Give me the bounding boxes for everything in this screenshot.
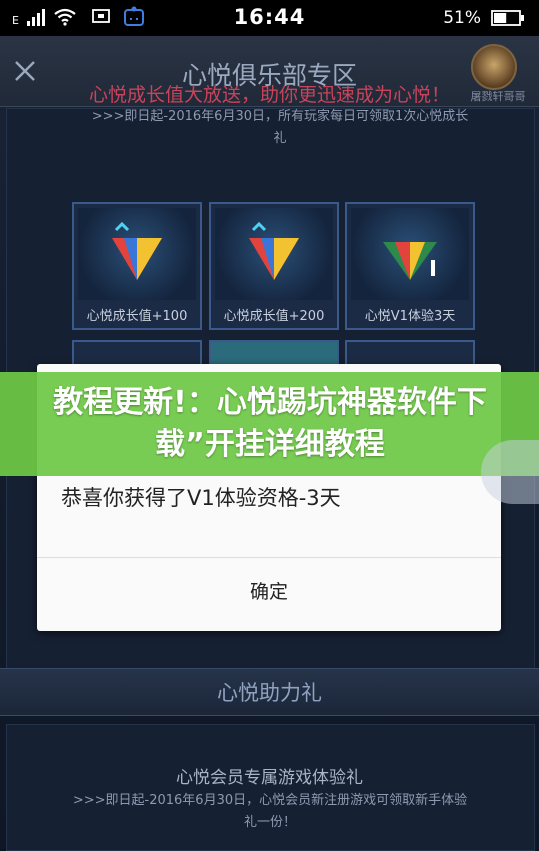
promo-subtitle: >>>即日起-2016年6月30日，所有玩家每日可领取1次心悦成长礼 [91,109,469,146]
gift-image [351,208,469,300]
card-label: 心悦成长值+200 [223,309,325,324]
status-bar: E 16:44 51% [0,0,539,36]
section-header: 心悦助力礼 [0,668,539,716]
gift-image [215,208,333,300]
gift-gem-icon [112,221,162,280]
vip-gem-icon [383,242,437,280]
member-gift-subtitle: >>>即日起-2016年6月30日，心悦会员新注册游戏可领取新手体验礼一份！ [72,793,468,830]
overlay-banner: 教程更新!：心悦踢坑神器软件下载”开挂详细教程 [0,372,539,476]
battery-percent: 51% [443,8,481,28]
banner-text: 教程更新!：心悦踢坑神器软件下载”开挂详细教程 [53,385,487,462]
gift-card-growth-100[interactable]: 心悦成长值+100 [72,202,202,330]
gift-card-growth-200[interactable]: 心悦成长值+200 [209,202,339,330]
floating-side-button[interactable] [481,440,539,504]
battery-icon [491,10,524,26]
promo-title: 心悦成长值大放送，助你更迅速成为心悦！ [88,84,450,106]
gift-gem-icon [249,221,299,280]
gift-image [78,208,196,300]
dialog-message: 恭喜你获得了V1体验资格-3天 [61,486,341,510]
member-gift-title: 心悦会员专属游戏体验礼 [176,768,363,788]
card-label: 心悦成长值+100 [86,309,188,324]
gift-card-v1-trial[interactable]: 心悦V1体验3天 [345,202,475,330]
confirm-button[interactable]: 确定 [37,558,501,631]
card-label: 心悦V1体验3天 [364,309,456,324]
section-title: 心悦助力礼 [217,681,322,705]
